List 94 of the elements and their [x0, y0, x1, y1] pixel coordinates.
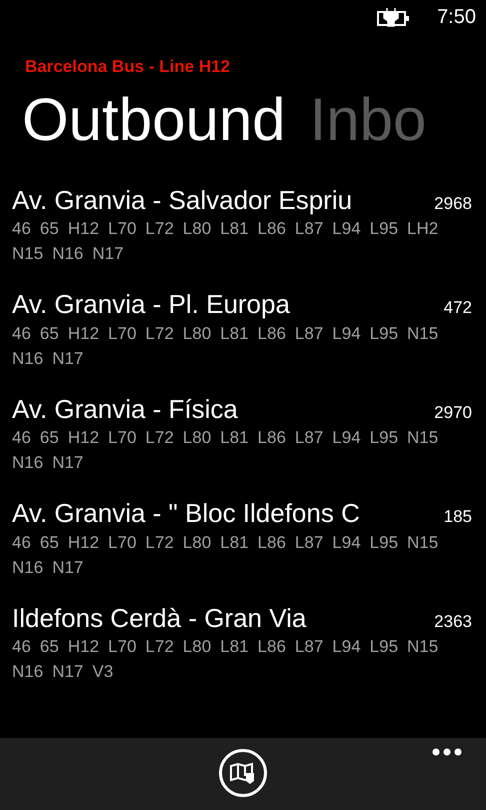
bus-line-code: L95: [370, 532, 398, 554]
bus-line-code: 46: [12, 322, 31, 344]
bus-line-code: N15: [407, 532, 438, 554]
bus-line-code: L94: [332, 322, 361, 344]
app-title: Barcelona Bus - Line H12: [24, 56, 232, 78]
stop-code: 2968: [434, 192, 472, 214]
bus-line-code: L86: [258, 427, 286, 449]
bus-line-code: L87: [294, 532, 324, 554]
stop-name: Av. Granvia - Pl. Europa: [12, 288, 290, 320]
map-button[interactable]: [219, 749, 267, 797]
map-icon: [229, 761, 257, 785]
stop-item[interactable]: Av. Granvia - " Bloc Ildefons C 185 46 65 H12 L70 L72 L80 L81 L86 L87 L94 L95 N15 N16 N17: [12, 497, 472, 580]
bus-line-code: L72: [145, 532, 174, 554]
bus-line-code: L86: [258, 636, 286, 658]
bus-line-code: N16: [12, 556, 44, 578]
bus-line-code: N16: [52, 243, 84, 265]
stop-name: Av. Granvia - " Bloc Ildefons C: [12, 497, 360, 529]
bus-line-code: L81: [220, 322, 249, 344]
bus-line-code: N15: [407, 636, 438, 658]
bus-line-code: 65: [40, 427, 59, 449]
bus-line-code: H12: [68, 427, 100, 449]
bus-line-code: N17: [52, 556, 84, 578]
bus-line-code: L86: [258, 218, 286, 240]
bus-line-code: L94: [332, 218, 361, 240]
bus-line-code: L87: [294, 427, 324, 449]
bus-line-code: H12: [68, 636, 100, 658]
bus-line-code: L94: [332, 532, 361, 554]
bus-line-code: 46: [12, 427, 31, 449]
bus-line-code: L80: [182, 532, 212, 554]
bus-line-code: 46: [12, 218, 31, 240]
bus-line-code: N17: [92, 243, 124, 265]
bus-line-code: H12: [68, 322, 100, 344]
stop-code: 472: [444, 297, 472, 319]
bus-line-code: L70: [108, 427, 136, 449]
bus-line-code: 65: [40, 322, 59, 344]
stop-code: 2970: [434, 402, 472, 424]
bus-line-code: L72: [145, 636, 174, 658]
stop-name: Av. Granvia - Física: [12, 392, 238, 424]
bus-line-code: H12: [68, 218, 100, 240]
bus-line-code: LH2: [407, 218, 438, 240]
bus-line-code: N15: [12, 243, 44, 265]
bus-line-code: L80: [182, 427, 212, 449]
stop-item[interactable]: Av. Granvia - Física 2970 46 65 H12 L70 L72 L80 L81 L86 L87 L94 L95 N15 N16 N17: [12, 392, 472, 475]
more-icon[interactable]: [432, 748, 462, 756]
bus-line-code: L94: [332, 427, 361, 449]
stop-code: 2363: [434, 610, 472, 632]
bus-line-code: 65: [40, 532, 59, 554]
bus-line-code: L81: [220, 427, 249, 449]
stop-code: 185: [444, 506, 472, 528]
bus-line-code: 65: [40, 218, 59, 240]
stop-item[interactable]: Av. Granvia - Pl. Europa 472 46 65 H12 L70 L72 L80 L81 L86 L87 L94 L95 N15 N16 N17: [12, 288, 472, 370]
bus-line-code: L70: [108, 322, 136, 344]
bus-line-code: L70: [108, 532, 136, 554]
bus-line-code: L94: [332, 636, 361, 658]
bus-line-code: L81: [220, 218, 249, 240]
bus-line-code: L95: [370, 218, 398, 240]
stop-name: Ildefons Cerdà - Gran Via: [12, 602, 306, 634]
bus-line-code: L86: [258, 532, 286, 554]
bus-line-code: L80: [182, 218, 212, 240]
bus-line-code: N15: [407, 427, 438, 449]
bus-line-code: L72: [145, 218, 174, 240]
bus-line-code: N16: [12, 452, 44, 474]
bus-line-code: L87: [294, 322, 324, 344]
bus-line-code: N16: [12, 661, 44, 683]
bus-line-code: L70: [108, 636, 136, 658]
bus-line-code: L95: [370, 427, 398, 449]
bus-line-code: L72: [145, 322, 174, 344]
bus-line-code: 65: [40, 636, 59, 658]
bus-line-code: H12: [68, 532, 100, 554]
bus-line-code: N17: [52, 452, 84, 474]
bus-line-code: L70: [108, 218, 136, 240]
bus-line-code: N17: [52, 348, 84, 370]
bus-line-code: L81: [220, 532, 249, 554]
bus-line-code: L86: [258, 322, 286, 344]
bus-line-code: L87: [294, 636, 324, 658]
stop-item[interactable]: Av. Granvia - Salvador Espriu 2968 46 65 H12 L70 L72 L80 L81 L86 L87 L94 L95 LH2 N15 N16 N17: [12, 184, 472, 266]
clock-time: 7:50: [437, 5, 476, 30]
bus-line-code: L87: [294, 218, 324, 240]
bus-line-code: L80: [182, 322, 212, 344]
bus-line-code: 46: [12, 636, 31, 658]
bus-line-code: N15: [407, 322, 438, 344]
bus-line-code: L95: [370, 636, 398, 658]
bus-line-code: 46: [12, 532, 31, 554]
bus-line-code: N16: [12, 348, 44, 370]
stop-name: Av. Granvia - Salvador Espriu: [12, 184, 352, 216]
battery-charging-icon: [377, 7, 412, 27]
bus-line-code: L72: [145, 427, 174, 449]
bus-line-code: L81: [220, 636, 249, 658]
stop-item[interactable]: Ildefons Cerdà - Gran Via 2363 46 65 H12 L70 L72 L80 L81 L86 L87 L94 L95 N15 N16 N17 V3: [12, 602, 472, 684]
pivot-tab[interactable]: Outbound: [22, 82, 286, 158]
bus-line-code: L80: [182, 636, 212, 658]
bus-line-code: L95: [370, 322, 398, 344]
bus-line-code: V3: [92, 661, 114, 683]
bus-line-code: N17: [52, 661, 84, 683]
